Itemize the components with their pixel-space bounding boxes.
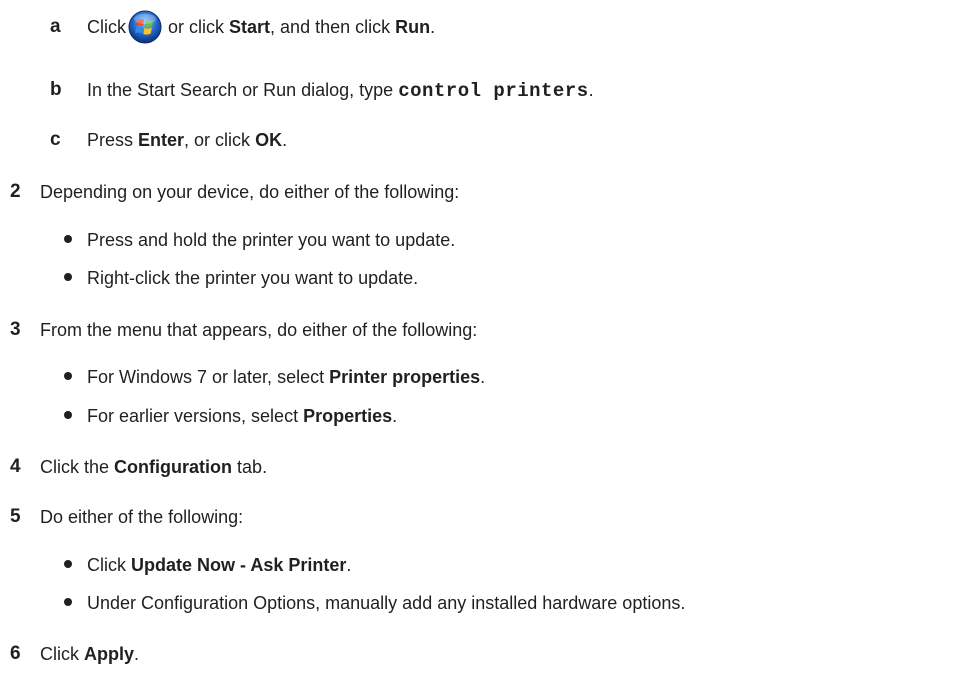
bullet-dot	[64, 273, 72, 281]
bullet-dot	[64, 235, 72, 243]
step-5-number: 5	[10, 506, 21, 527]
step-3-number: 3	[10, 319, 21, 340]
instructions-document: a Click or click Start, and then click R…	[0, 0, 956, 673]
bullet-text: For earlier versions, select Properties.	[87, 406, 398, 426]
bullet-dot	[64, 372, 72, 380]
bullet-text: Click Update Now - Ask Printer.	[87, 555, 352, 575]
bullet-dot	[64, 411, 72, 419]
substep-c-marker: c	[50, 129, 61, 150]
substep-c-text: Press Enter, or click OK.	[87, 130, 288, 150]
substep-a-marker: a	[50, 16, 61, 37]
bullet-text: Press and hold the printer you want to u…	[87, 230, 456, 250]
step-6-text: Click Apply.	[40, 644, 140, 664]
substep-a-text: Click or click Start, and then click Run…	[87, 10, 435, 44]
bullet-text: Under Configuration Options, manually ad…	[87, 593, 686, 613]
bullet-text: Right-click the printer you want to upda…	[87, 268, 419, 288]
command-text: control printers	[398, 80, 589, 102]
bullet-dot	[64, 560, 72, 568]
step-6-number: 6	[10, 643, 21, 664]
windows-start-orb-icon	[128, 10, 162, 44]
bullet-text: For Windows 7 or later, select Printer p…	[87, 367, 486, 387]
step-2-text: Depending on your device, do either of t…	[40, 182, 460, 202]
substep-b-text: In the Start Search or Run dialog, type …	[87, 80, 594, 102]
step-2-number: 2	[10, 181, 21, 202]
substep-b-marker: b	[50, 79, 62, 100]
step-4-number: 4	[10, 456, 21, 477]
step-3-text: From the menu that appears, do either of…	[40, 320, 478, 340]
step-5-text: Do either of the following:	[40, 507, 244, 527]
step-4-text: Click the Configuration tab.	[40, 457, 268, 477]
bullet-dot	[64, 598, 72, 606]
